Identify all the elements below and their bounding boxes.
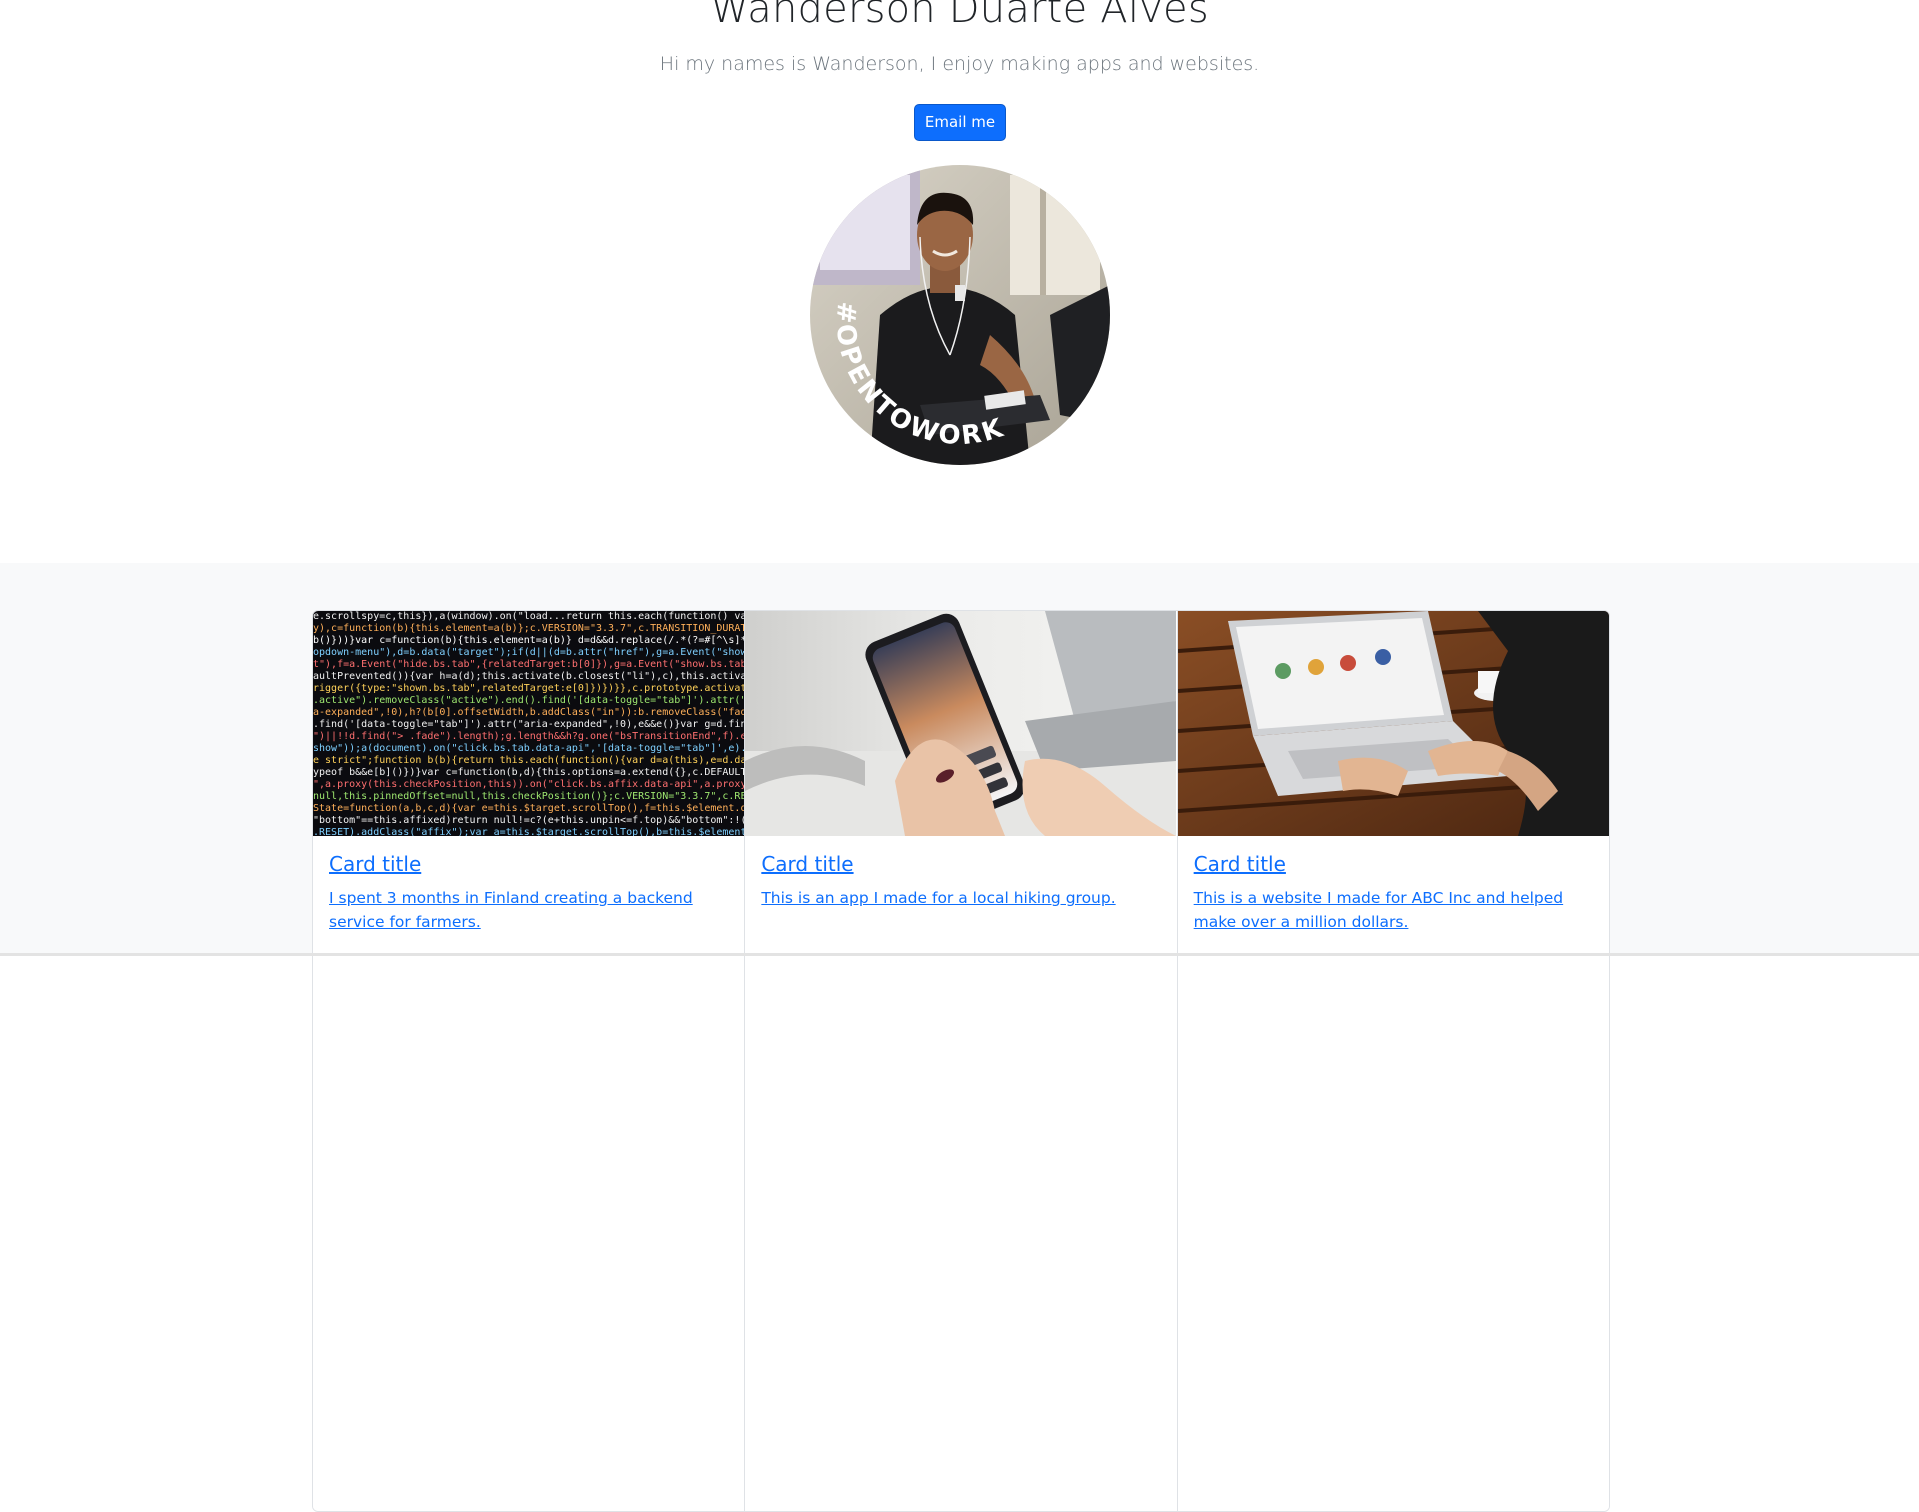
card-body: Card title This is a website I made for …	[1178, 836, 1609, 950]
page-title: Wanderson Duarte Alves	[710, 0, 1209, 32]
tagline: Hi my names is Wanderson, I enjoy making…	[659, 53, 1260, 75]
svg-text:.RESET).addClass("affix");var: .RESET).addClass("affix");var a=this.$ta…	[313, 827, 744, 836]
svg-text:aultPrevented()){var h=a(d);th: aultPrevented()){var h=a(d);this.activat…	[313, 671, 744, 682]
svg-text:"bottom"==this.affixed)return: "bottom"==this.affixed)return null!=c?(e…	[313, 815, 744, 826]
svg-text:State=function(a,b,c,d){var e=: State=function(a,b,c,d){var e=this.$targ…	[313, 803, 744, 814]
svg-text:")||!!d.find("> .fade").length: ")||!!d.find("> .fade").length);g.length…	[313, 731, 744, 742]
svg-text:opdown-menu"),d=b.data("target: opdown-menu"),d=b.data("target");if(d||(…	[313, 647, 744, 658]
card-body: Card title I spent 3 months in Finland c…	[313, 836, 744, 950]
card-group: e.scrollspy=c,this}),a(window).on("load.…	[312, 610, 1610, 1512]
svg-text:ypeof b&&e[b]()})}var c=functi: ypeof b&&e[b]()})}var c=function(b,d){th…	[313, 767, 744, 778]
svg-text:a-expanded",!0),h?(b[0].offset: a-expanded",!0),h?(b[0].offsetWidth,b.ad…	[313, 707, 744, 718]
svg-text:e.scrollspy=c,this}),a(window): e.scrollspy=c,this}),a(window).on("load.…	[313, 611, 744, 622]
laptop-on-table-image	[1177, 611, 1609, 836]
hero-section: Wanderson Duarte Alves Hi my names is Wa…	[0, 0, 1919, 563]
card-text-link[interactable]: This is an app I made for a local hiking…	[761, 886, 1160, 910]
code-screen-image: e.scrollspy=c,this}),a(window).on("load.…	[313, 611, 744, 836]
svg-text:.active").removeClass("active": .active").removeClass("active").end().fi…	[313, 695, 744, 706]
card-body: Card title This is an app I made for a l…	[745, 836, 1176, 926]
svg-text:y),c=function(b){this.element=: y),c=function(b){this.element=a(b)};c.VE…	[313, 623, 744, 634]
svg-text:.find('[data-toggle="tab"]').a: .find('[data-toggle="tab"]').attr("aria-…	[313, 719, 744, 730]
svg-text:show"));a(document).on("click.: show"));a(document).on("click.bs.tab.dat…	[313, 743, 744, 754]
card-text-link[interactable]: I spent 3 months in Finland creating a b…	[329, 886, 728, 934]
svg-text:t"),f=a.Event("hide.bs.tab",{r: t"),f=a.Event("hide.bs.tab",{relatedTarg…	[313, 659, 744, 670]
project-card: e.scrollspy=c,this}),a(window).on("load.…	[313, 611, 746, 1511]
svg-text:",a.proxy(this.checkPosition,t: ",a.proxy(this.checkPosition,this)).on("…	[313, 779, 744, 790]
svg-text:e strict";function b(b){return: e strict";function b(b){return this.each…	[313, 755, 744, 766]
smartphone-in-hands-image	[745, 611, 1177, 836]
project-card: Card title This is a website I made for …	[1177, 611, 1609, 1511]
profile-avatar: #OPENTOWORK	[810, 165, 1110, 465]
card-title-link[interactable]: Card title	[329, 852, 421, 876]
email-me-button[interactable]: Email me	[914, 104, 1006, 141]
projects-section: e.scrollspy=c,this}),a(window).on("load.…	[0, 563, 1919, 1512]
svg-text:null,this.pinnedOffset=null,th: null,this.pinnedOffset=null,this.checkPo…	[313, 791, 744, 802]
card-title-link[interactable]: Card title	[761, 852, 853, 876]
card-title-link[interactable]: Card title	[1194, 852, 1286, 876]
card-text-link[interactable]: This is a website I made for ABC Inc and…	[1194, 886, 1593, 934]
project-card: Card title This is an app I made for a l…	[745, 611, 1178, 1511]
svg-text:b()}))}var c=function(b){this.: b()}))}var c=function(b){this.element=a(…	[313, 635, 744, 646]
svg-text:rigger({type:"shown.bs.tab",re: rigger({type:"shown.bs.tab",relatedTarge…	[313, 683, 744, 694]
